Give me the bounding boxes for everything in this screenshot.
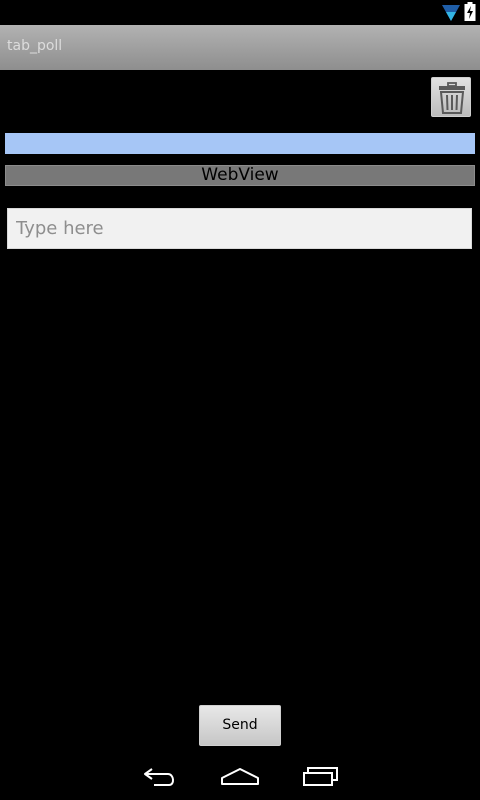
page-title: tab_poll xyxy=(7,38,63,54)
send-button-label: Send xyxy=(222,717,258,733)
navigation-bar xyxy=(0,752,480,800)
delete-button[interactable] xyxy=(431,77,471,117)
wifi-icon xyxy=(442,5,460,21)
progress-bar xyxy=(5,133,475,154)
recent-apps-icon[interactable] xyxy=(300,764,340,790)
app-screen: tab_poll WebView Send xyxy=(0,0,480,800)
send-button[interactable]: Send xyxy=(199,705,281,746)
back-icon[interactable] xyxy=(140,764,180,790)
battery-charging-icon xyxy=(464,2,476,21)
message-input[interactable] xyxy=(7,208,472,249)
status-bar xyxy=(0,0,480,25)
webview-label: WebView xyxy=(201,165,279,185)
trash-icon xyxy=(439,82,465,114)
title-bar: tab_poll xyxy=(0,25,480,70)
webview[interactable]: WebView xyxy=(5,165,475,186)
home-icon[interactable] xyxy=(220,764,260,790)
